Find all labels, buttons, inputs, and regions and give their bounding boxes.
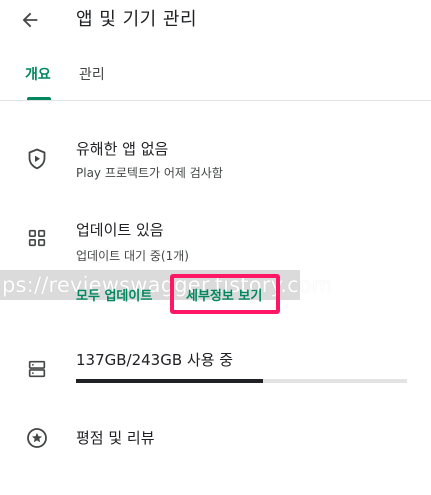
storage-text: 137GB/243GB 사용 중	[76, 351, 234, 369]
page-title: 앱 및 기기 관리	[76, 9, 198, 30]
updates-row[interactable]	[0, 208, 431, 268]
updates-title: 업데이트 있음	[76, 221, 164, 239]
storage-progress-track	[76, 379, 407, 383]
updates-subtitle: 업데이트 대기 중(1개)	[76, 249, 189, 263]
play-protect-title: 유해한 앱 없음	[76, 140, 169, 158]
highlight-box	[170, 274, 280, 314]
tab-divider	[0, 100, 431, 101]
update-all-button[interactable]: 모두 업데이트	[76, 289, 152, 305]
play-protect-subtitle: Play 프로텍트가 어제 검사함	[76, 166, 223, 180]
tab-overview[interactable]: 개요	[25, 66, 51, 84]
ratings-title: 평점 및 리뷰	[76, 429, 155, 447]
back-button[interactable]	[14, 6, 46, 34]
watermark-text: ps://reviewswagger.tistory.com	[2, 273, 333, 297]
ratings-row[interactable]	[0, 410, 431, 464]
arrow-left-icon	[22, 12, 38, 28]
tab-manage[interactable]: 관리	[79, 66, 105, 84]
storage-progress-fill	[76, 379, 263, 383]
